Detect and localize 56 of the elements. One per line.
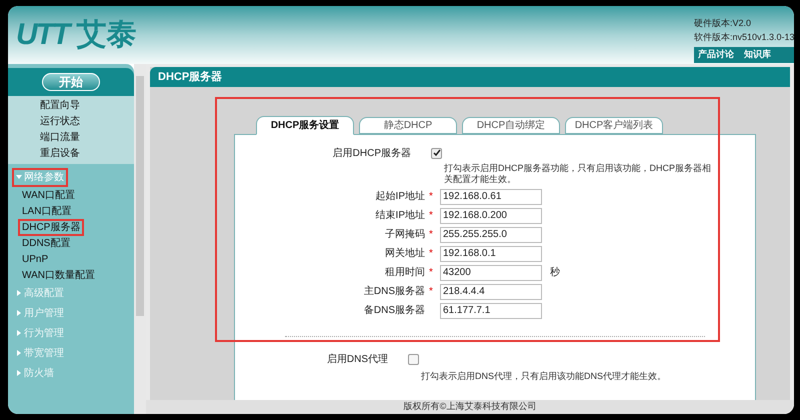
sidebar-link[interactable]: WAN口数量配置 bbox=[20, 268, 97, 282]
field-label: 子网掩码 bbox=[385, 228, 425, 242]
required-mark: * bbox=[429, 247, 434, 261]
triangle-right-icon bbox=[16, 330, 22, 336]
input-field[interactable]: 192.168.0.61 bbox=[440, 188, 542, 204]
field-label: 启用DNS代理 bbox=[326, 352, 389, 366]
tab[interactable]: DHCP自动绑定 bbox=[462, 117, 560, 134]
scrollbar[interactable] bbox=[134, 64, 146, 414]
required-mark: * bbox=[429, 285, 434, 299]
field-label: 租用时间 bbox=[385, 266, 425, 280]
field-label: 结束IP地址 bbox=[376, 208, 425, 223]
version-text: 软件版本:nv510v1.3.0-13 bbox=[694, 31, 794, 44]
triangle-right-icon bbox=[16, 310, 22, 316]
triangle-right-icon bbox=[16, 290, 22, 296]
field-label: 主DNS服务器 bbox=[364, 284, 425, 299]
sidebar-link[interactable]: 重启设备 bbox=[40, 146, 134, 162]
sidebar-link[interactable]: 运行状态 bbox=[40, 114, 134, 130]
sidebar-link[interactable]: 配置向导 bbox=[40, 98, 134, 114]
tab[interactable]: DHCP服务设置 bbox=[256, 116, 354, 135]
unit-text: 秒 bbox=[550, 266, 560, 280]
input-field[interactable]: 192.168.0.200 bbox=[440, 208, 542, 224]
required-mark: * bbox=[429, 190, 434, 204]
header-link[interactable]: 知识库 bbox=[744, 48, 771, 62]
sidebar-link[interactable]: WAN口配置 bbox=[20, 188, 77, 202]
tab[interactable]: 静态DHCP bbox=[359, 117, 457, 134]
field-label: 起始IP地址 bbox=[376, 190, 425, 204]
input-field[interactable]: 255.255.255.0 bbox=[440, 226, 542, 242]
checkmark-icon bbox=[432, 149, 440, 157]
triangle-down-icon bbox=[16, 174, 22, 180]
hint-text: 打勾表示启用DNS代理，只有启用该功能DNS代理才能生效。 bbox=[421, 371, 668, 382]
sidebar-link[interactable]: UPnP bbox=[20, 252, 50, 266]
header-link[interactable]: 产品讨论 bbox=[698, 48, 734, 62]
required-mark: * bbox=[429, 266, 434, 280]
logo-text: 艾泰 bbox=[76, 20, 136, 50]
field-label: 启用DHCP服务器 bbox=[332, 146, 412, 160]
required-mark: * bbox=[429, 228, 434, 242]
copyright-text: 版权所有©上海艾泰科技有限公司 bbox=[404, 400, 536, 414]
input-field[interactable]: 43200 bbox=[440, 264, 542, 280]
input-field[interactable]: 192.168.0.1 bbox=[440, 246, 542, 262]
hint-text: 打勾表示启用DHCP服务器功能，只有启用该功能，DHCP服务器相关配置才能生效。 bbox=[444, 163, 712, 185]
page-title: DHCP服务器 bbox=[158, 70, 222, 85]
checkbox[interactable] bbox=[431, 148, 442, 158]
sidebar-link[interactable]: DHCP服务器 bbox=[20, 220, 82, 234]
sidebar-link[interactable]: 端口流量 bbox=[40, 130, 134, 146]
tab[interactable]: DHCP客户端列表 bbox=[565, 117, 663, 134]
input-field[interactable]: 61.177.7.1 bbox=[440, 302, 542, 318]
sidebar-link[interactable]: DDNS配置 bbox=[20, 236, 72, 250]
triangle-right-icon bbox=[16, 350, 22, 356]
input-field[interactable]: 218.4.4.4 bbox=[440, 284, 542, 300]
required-mark: * bbox=[429, 209, 434, 223]
sidebar-link[interactable]: LAN口配置 bbox=[20, 204, 74, 218]
triangle-right-icon bbox=[16, 370, 22, 376]
field-label: 备DNS服务器 bbox=[364, 304, 425, 318]
field-label: 网关地址 bbox=[385, 246, 425, 261]
version-text: 硬件版本:V2.0 bbox=[694, 17, 752, 30]
checkbox[interactable] bbox=[408, 354, 419, 364]
